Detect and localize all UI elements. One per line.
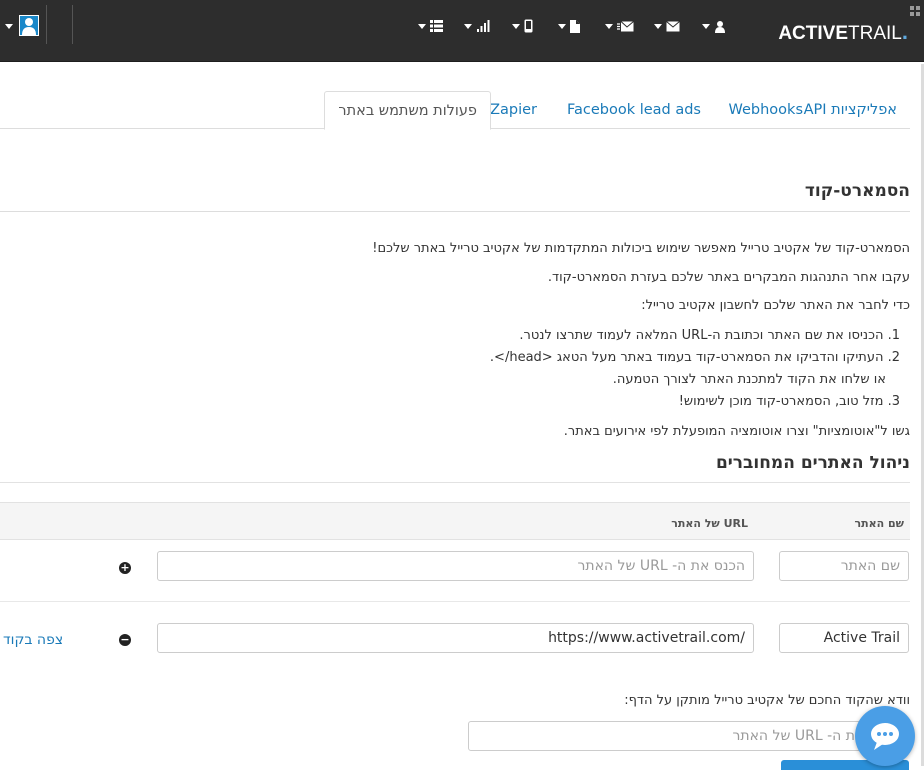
email-menu[interactable] [654, 18, 680, 34]
chevron-down-icon [418, 23, 426, 29]
page-title: הסמארט-קוד [804, 181, 910, 201]
user-icon [715, 20, 725, 33]
minus-icon: − [120, 633, 130, 646]
intro-text: הסמארט-קוד של אקטיב טרייל מאפשר שימוש בי… [372, 241, 910, 256]
connected-sites-title: ניהול האתרים המחוברים [715, 453, 910, 473]
divider [72, 5, 73, 44]
connect-text: כדי לחבר את האתר שלכם לחשבון אקטיב טרייל… [641, 298, 910, 313]
column-header-site-name: שם האתר [854, 517, 904, 530]
document-icon [570, 19, 580, 33]
send-envelope-icon [617, 20, 634, 31]
new-site-url-input[interactable]: הכנס את ה- URL של האתר [157, 551, 754, 581]
chat-bubble-icon [871, 723, 899, 750]
divider [46, 5, 47, 44]
plus-icon: + [120, 561, 130, 574]
envelope-icon [666, 20, 680, 31]
sms-menu[interactable] [512, 18, 533, 34]
step-3: 3. מזל טוב, הסמארט-קוד מוכן לשימוש! [678, 394, 900, 409]
chevron-down-icon [654, 23, 662, 29]
chevron-down-icon [5, 23, 13, 29]
tab-webhooks[interactable]: Webhooks [716, 91, 817, 129]
chevron-down-icon [512, 23, 520, 29]
avatar[interactable] [19, 15, 39, 36]
user-menu[interactable] [702, 18, 726, 34]
reports-menu[interactable] [464, 18, 490, 34]
mobile-phone-icon [524, 19, 533, 33]
activetrail-logo[interactable]: ACTIVETRAIL. [778, 19, 908, 45]
view-code-link[interactable]: צפה בקוד [3, 632, 63, 648]
chevron-down-icon [464, 23, 472, 29]
landing-pages-menu[interactable] [558, 18, 580, 34]
divider [0, 601, 910, 602]
chevron-down-icon [605, 23, 613, 29]
top-navigation-bar: ACTIVETRAIL. [0, 0, 924, 62]
bar-chart-icon [477, 20, 490, 32]
account-menu-toggle[interactable] [5, 18, 13, 34]
column-header-site-url: URL של האתר [671, 517, 748, 530]
site-url-field[interactable]: https://www.activetrail.com/ [157, 623, 754, 653]
tab-facebook-lead-ads[interactable]: Facebook lead ads [554, 91, 714, 129]
verify-url-input[interactable]: הכנס את ה- URL של האתר [468, 721, 909, 751]
integration-tabs: אפליקציות API Webhooks Facebook lead ads… [0, 91, 910, 130]
step-2: 2. העתיקו והדביקו את הסמארט-קוד בעמוד בא… [489, 350, 900, 365]
divider [0, 482, 910, 483]
step-1: 1. הכניסו את שם האתר וכתובת ה-URL המלאה … [519, 328, 900, 343]
chevron-down-icon [558, 23, 566, 29]
chevron-down-icon [702, 23, 710, 29]
apps-grid-icon[interactable] [910, 6, 922, 18]
remove-site-button[interactable]: − [119, 634, 131, 646]
list-icon [430, 20, 443, 32]
new-site-name-input[interactable]: שם האתר [779, 551, 909, 581]
site-name-field[interactable]: Active Trail [779, 623, 909, 653]
automation-menu[interactable] [605, 18, 634, 34]
main-panel [0, 62, 924, 766]
tab-site-user-actions[interactable]: פעולות משתמש באתר [324, 91, 491, 130]
add-site-button[interactable]: + [119, 562, 131, 574]
divider [0, 211, 910, 212]
track-text: עקבו אחר התנהגות המבקרים באתר שלכם בעזרת… [547, 270, 910, 285]
contacts-menu[interactable] [418, 18, 443, 34]
user-avatar-icon [22, 18, 36, 35]
automation-text: גשו ל"אוטומציות" וצרו אוטומציה המופעלת ל… [563, 424, 910, 439]
chat-button[interactable] [855, 706, 915, 766]
step-2-note: או שלחו את הקוד למתכנת האתר לצורך הטמעה. [612, 372, 886, 387]
sites-table-header: שם האתר URL של האתר [0, 502, 910, 540]
